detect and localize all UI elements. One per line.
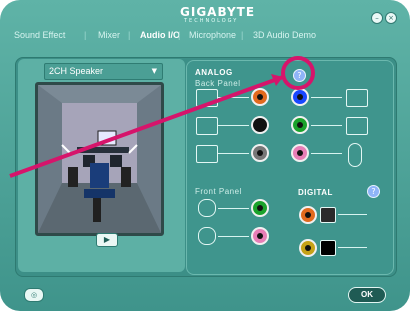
headphone-icon — [198, 199, 216, 217]
minimize-button[interactable]: – — [371, 12, 383, 24]
speaker-icon — [196, 89, 218, 107]
connector-line — [311, 153, 342, 154]
speaker-mode-value: 2CH Speaker — [49, 66, 104, 76]
audio-window: GIGABYTE TECHNOLOGY – × Sound Effect | M… — [0, 0, 410, 311]
connector-line — [218, 153, 249, 154]
digital-signal-line — [338, 247, 367, 248]
optical-icon — [320, 207, 336, 223]
front-jack-green[interactable] — [251, 199, 269, 217]
connector-line — [218, 97, 249, 98]
tab-microphone[interactable]: Microphone — [189, 30, 236, 40]
tab-sound-effect[interactable]: Sound Effect — [14, 30, 65, 40]
microphone-icon — [348, 143, 362, 167]
analog-label: ANALOG — [195, 68, 233, 77]
tab-audio-io[interactable]: Audio I/O — [140, 30, 180, 40]
connector-line — [218, 236, 249, 237]
jack-black[interactable] — [251, 116, 269, 134]
tab-3d-audio-demo[interactable]: 3D Audio Demo — [253, 30, 316, 40]
tab-separator: | — [178, 30, 181, 40]
connector-line — [218, 125, 249, 126]
brand-subtitle: TECHNOLOGY — [184, 18, 239, 24]
connector-line — [218, 208, 249, 209]
microphone-icon — [198, 227, 216, 245]
ok-button[interactable]: OK — [348, 287, 386, 303]
tab-separator: | — [241, 30, 244, 40]
tab-separator: | — [128, 30, 131, 40]
digital-signal-line — [338, 214, 367, 215]
close-button[interactable]: × — [385, 12, 397, 24]
spdif-out-jack[interactable] — [299, 206, 317, 224]
digital-label: DIGITAL — [298, 188, 333, 197]
front-panel-label: Front Panel — [195, 187, 242, 196]
coax-icon — [320, 240, 336, 256]
speaker-icon — [346, 117, 368, 135]
jack-panel: ANALOG Back Panel ? Front Panel DIGITAL … — [186, 60, 394, 275]
jack-pink[interactable] — [291, 144, 309, 162]
jack-gray[interactable] — [251, 144, 269, 162]
brand-logo: GIGABYTE — [180, 5, 256, 19]
analog-help-icon[interactable]: ? — [293, 69, 306, 82]
speaker-icon — [196, 117, 218, 135]
spdif-coax-jack[interactable] — [299, 239, 317, 257]
settings-icon[interactable]: ◎ — [24, 288, 44, 302]
speaker-mode-select[interactable]: 2CH Speaker ▼ — [44, 63, 163, 80]
digital-help-icon[interactable]: ? — [367, 185, 380, 198]
titlebar: GIGABYTE TECHNOLOGY – × — [0, 0, 410, 30]
room-illustration — [35, 82, 164, 236]
room-svg — [38, 85, 161, 233]
jack-orange[interactable] — [251, 88, 269, 106]
back-panel-label: Back Panel — [195, 79, 241, 88]
tab-mixer[interactable]: Mixer — [98, 30, 120, 40]
tab-bar: Sound Effect | Mixer | Audio I/O | Micro… — [14, 30, 396, 47]
connector-line — [311, 97, 342, 98]
speaker-icon — [196, 145, 218, 163]
connector-line — [311, 125, 342, 126]
line-in-icon — [346, 89, 368, 107]
jack-blue[interactable] — [291, 88, 309, 106]
front-jack-pink[interactable] — [251, 227, 269, 245]
jack-green[interactable] — [291, 116, 309, 134]
chevron-down-icon: ▼ — [151, 67, 157, 75]
tab-separator: | — [84, 30, 87, 40]
play-button[interactable]: ▶ — [96, 233, 118, 247]
